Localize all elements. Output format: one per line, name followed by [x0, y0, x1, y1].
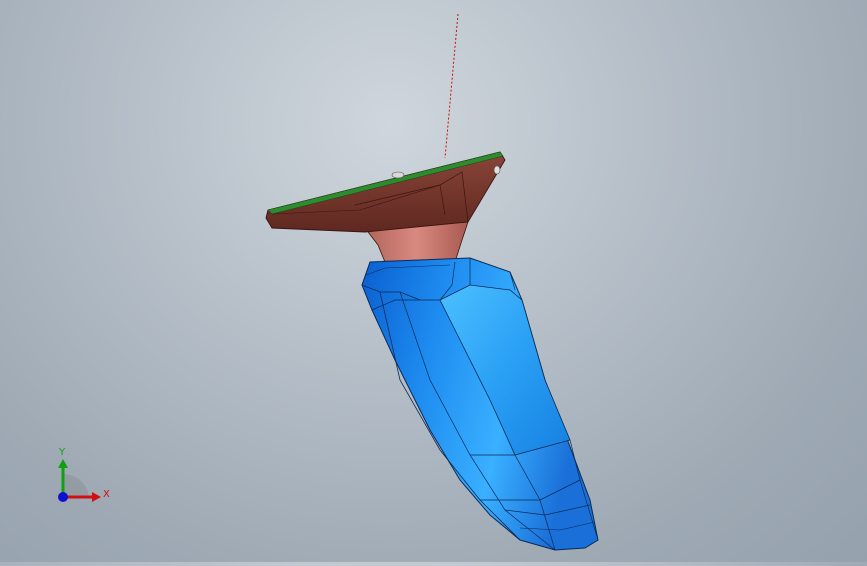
- y-axis-label: Y: [58, 447, 66, 458]
- x-axis-arrow-icon: [92, 492, 101, 502]
- base-plate[interactable]: [265, 151, 506, 233]
- construction-line: [444, 13, 459, 159]
- x-axis-label: X: [103, 489, 110, 500]
- graphics-viewport[interactable]: Y X: [0, 0, 867, 562]
- model-canvas[interactable]: Y X: [0, 0, 867, 562]
- triad-rotation-arc-icon: [63, 473, 89, 497]
- y-axis-arrow-icon: [58, 459, 68, 468]
- axis-triad[interactable]: Y X: [58, 447, 110, 502]
- fin-body[interactable]: [361, 257, 599, 551]
- z-axis-icon: [58, 492, 68, 502]
